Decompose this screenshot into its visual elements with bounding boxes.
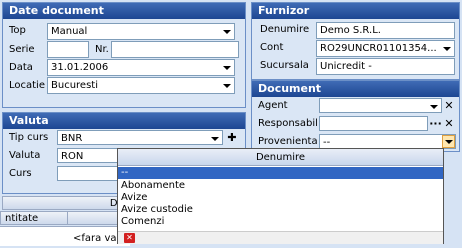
tip-curs-label: Tip curs xyxy=(9,132,49,143)
locatie-combo[interactable]: Bucuresti xyxy=(47,77,235,94)
serie-label: Serie xyxy=(9,44,35,55)
nr-input[interactable] xyxy=(111,41,239,58)
responsabil-browse-icon[interactable]: ··· xyxy=(429,116,442,131)
provenienta-dropdown-list[interactable]: Denumire -- Abonamente Avize Avize custo… xyxy=(117,148,444,244)
provenienta-label: Provenienta xyxy=(258,136,318,147)
tip-curs-add-icon[interactable]: ✚ xyxy=(225,130,239,145)
dropdown-footer: ✕ xyxy=(118,231,443,244)
cont-dropdown-icon[interactable] xyxy=(440,42,453,55)
valuta-label: Valuta xyxy=(9,150,41,161)
top-value: Manual xyxy=(51,26,88,37)
close-icon[interactable]: ✕ xyxy=(124,233,135,243)
tip-curs-value: BNR xyxy=(61,133,83,144)
grid-cell-value[interactable]: <fara va xyxy=(73,233,117,244)
top-dropdown-icon[interactable] xyxy=(220,25,233,38)
locatie-label: Locatie xyxy=(9,80,45,91)
column-header-cantitate-label: ntitate xyxy=(5,213,39,224)
agent-clear-icon[interactable]: ✕ xyxy=(443,98,455,113)
responsabil-input[interactable] xyxy=(319,116,428,131)
responsabil-clear-icon[interactable]: ✕ xyxy=(443,116,455,131)
sucursala-input[interactable]: Unicredit - xyxy=(316,58,455,75)
sucursala-label: Sucursala xyxy=(260,60,309,71)
responsabil-label: Responsabil xyxy=(258,118,318,129)
valuta-input[interactable]: RON xyxy=(57,148,123,163)
provenienta-value: -- xyxy=(323,137,331,148)
cont-value: RO29UNCR01101354... xyxy=(320,43,437,54)
furnizor-header: Furnizor xyxy=(252,3,459,19)
curs-label: Curs xyxy=(9,168,32,179)
top-combo[interactable]: Manual xyxy=(47,23,235,40)
furnizor-panel: Furnizor Denumire Demo S.R.L. Cont RO29U… xyxy=(251,2,460,80)
tip-curs-dropdown-icon[interactable] xyxy=(208,132,221,144)
denumire-label: Denumire xyxy=(260,24,310,35)
data-dropdown-icon[interactable] xyxy=(220,61,233,74)
date-document-panel: Date document Top Manual Serie Nr. Data … xyxy=(2,2,246,108)
cont-combo[interactable]: RO29UNCR01101354... xyxy=(316,40,455,57)
dropdown-item[interactable]: Avize xyxy=(118,192,443,204)
dropdown-item[interactable]: Abonamente xyxy=(118,180,443,192)
valuta-header: Valuta xyxy=(3,113,245,129)
document-panel: Document Agent ✕ Responsabil ··· ✕ Prove… xyxy=(251,80,460,152)
agent-combo[interactable] xyxy=(319,98,442,113)
data-label: Data xyxy=(9,62,33,73)
tip-curs-combo[interactable]: BNR xyxy=(57,130,223,145)
serie-input[interactable] xyxy=(47,41,89,58)
dropdown-column-header: Denumire xyxy=(118,149,443,166)
dropdown-item[interactable]: -- xyxy=(118,167,443,179)
date-document-header: Date document xyxy=(3,3,245,19)
agent-label: Agent xyxy=(258,100,288,111)
dropdown-item[interactable]: Comenzi xyxy=(118,216,443,228)
provenienta-dropdown-icon[interactable] xyxy=(442,135,455,148)
top-label: Top xyxy=(9,25,26,36)
dropdown-item[interactable]: Avize custodie xyxy=(118,204,443,216)
agent-dropdown-icon[interactable] xyxy=(427,100,440,112)
data-date-picker[interactable]: 31.01.2006 xyxy=(47,59,235,76)
provenienta-combo[interactable]: -- xyxy=(319,134,456,149)
data-value: 31.01.2006 xyxy=(51,62,109,73)
cont-label: Cont xyxy=(260,42,284,53)
column-header-cantitate[interactable]: ntitate xyxy=(0,211,68,225)
locatie-dropdown-icon[interactable] xyxy=(220,79,233,92)
nr-label: Nr. xyxy=(95,44,109,55)
document-header: Document xyxy=(252,81,459,97)
curs-input[interactable] xyxy=(57,166,123,181)
locatie-value: Bucuresti xyxy=(51,80,98,91)
denumire-input[interactable]: Demo S.R.L. xyxy=(316,22,455,39)
